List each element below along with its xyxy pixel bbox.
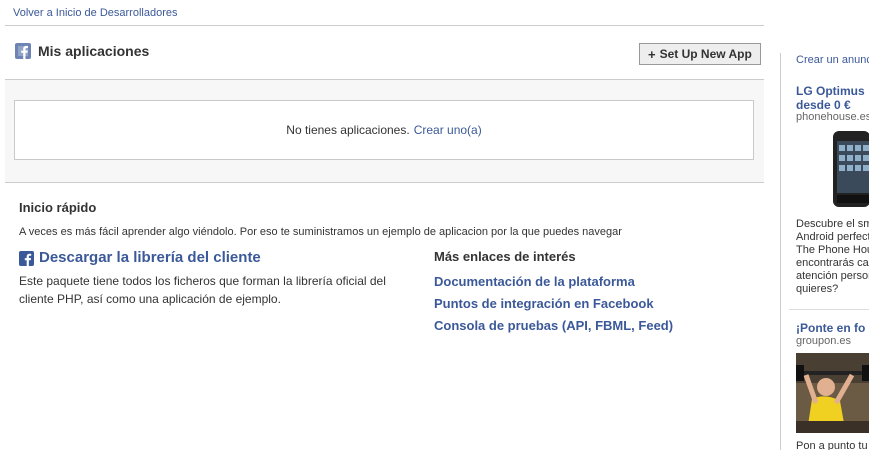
apps-empty-box: No tienes aplicaciones. Crear uno(a) [14,100,754,160]
back-to-developers-link[interactable]: Volver a Inicio de Desarrolladores [13,7,177,19]
quick-start-title: Inicio rápido [19,200,97,215]
ad-body-line: Descubre el sma [796,218,869,230]
more-links-title: Más enlaces de interés [434,249,576,264]
create-app-link[interactable]: Crear uno(a) [414,123,482,137]
plus-icon: + [648,46,656,62]
ad-body-line: Android perfect [796,231,869,243]
create-ad-link[interactable]: Crear un anuncio [796,54,869,66]
set-up-new-app-label: Set Up New App [659,47,752,61]
phone-image[interactable] [831,129,869,209]
ad-domain: groupon.es [796,335,852,347]
download-client-library-link[interactable]: Descargar la librería del cliente [39,249,261,266]
ad-domain: phonehouse.es [796,111,869,123]
app-icon [15,43,31,59]
ad-title[interactable]: LG Optimus [796,84,865,98]
page-title: Mis aplicaciones [38,43,150,59]
no-apps-text: No tienes aplicaciones. [286,123,410,137]
ad-body-line: Pon a punto tu [796,440,868,450]
fitness-image[interactable] [796,353,869,433]
ad-body-line: quieres? [796,283,839,295]
quick-start-description: A veces es más fácil aprender algo viénd… [19,226,622,238]
apps-section: No tienes aplicaciones. Crear uno(a) [5,79,764,183]
page-header: Mis aplicaciones + Set Up New App [5,26,764,79]
integration-points-link[interactable]: Puntos de integración en Facebook [434,296,654,311]
ad-body-line: The Phone Hou [796,244,869,256]
ad-title-line2[interactable]: desde 0 € [796,98,851,112]
set-up-new-app-button[interactable]: + Set Up New App [639,43,761,65]
ads-column: Crear un anuncio LG Optimus desde 0 € ph… [780,53,869,450]
ad-divider [789,309,869,310]
ad-title[interactable]: ¡Ponte en fo [796,321,865,335]
platform-docs-link[interactable]: Documentación de la plataforma [434,274,635,289]
test-console-link[interactable]: Consola de pruebas (API, FBML, Feed) [434,318,673,333]
ad-body-line: atención person [796,270,869,282]
ad-body-line: encontrarás cal [796,257,869,269]
facebook-icon [19,251,34,266]
download-description: Este paquete tiene todos los ficheros qu… [19,274,386,306]
